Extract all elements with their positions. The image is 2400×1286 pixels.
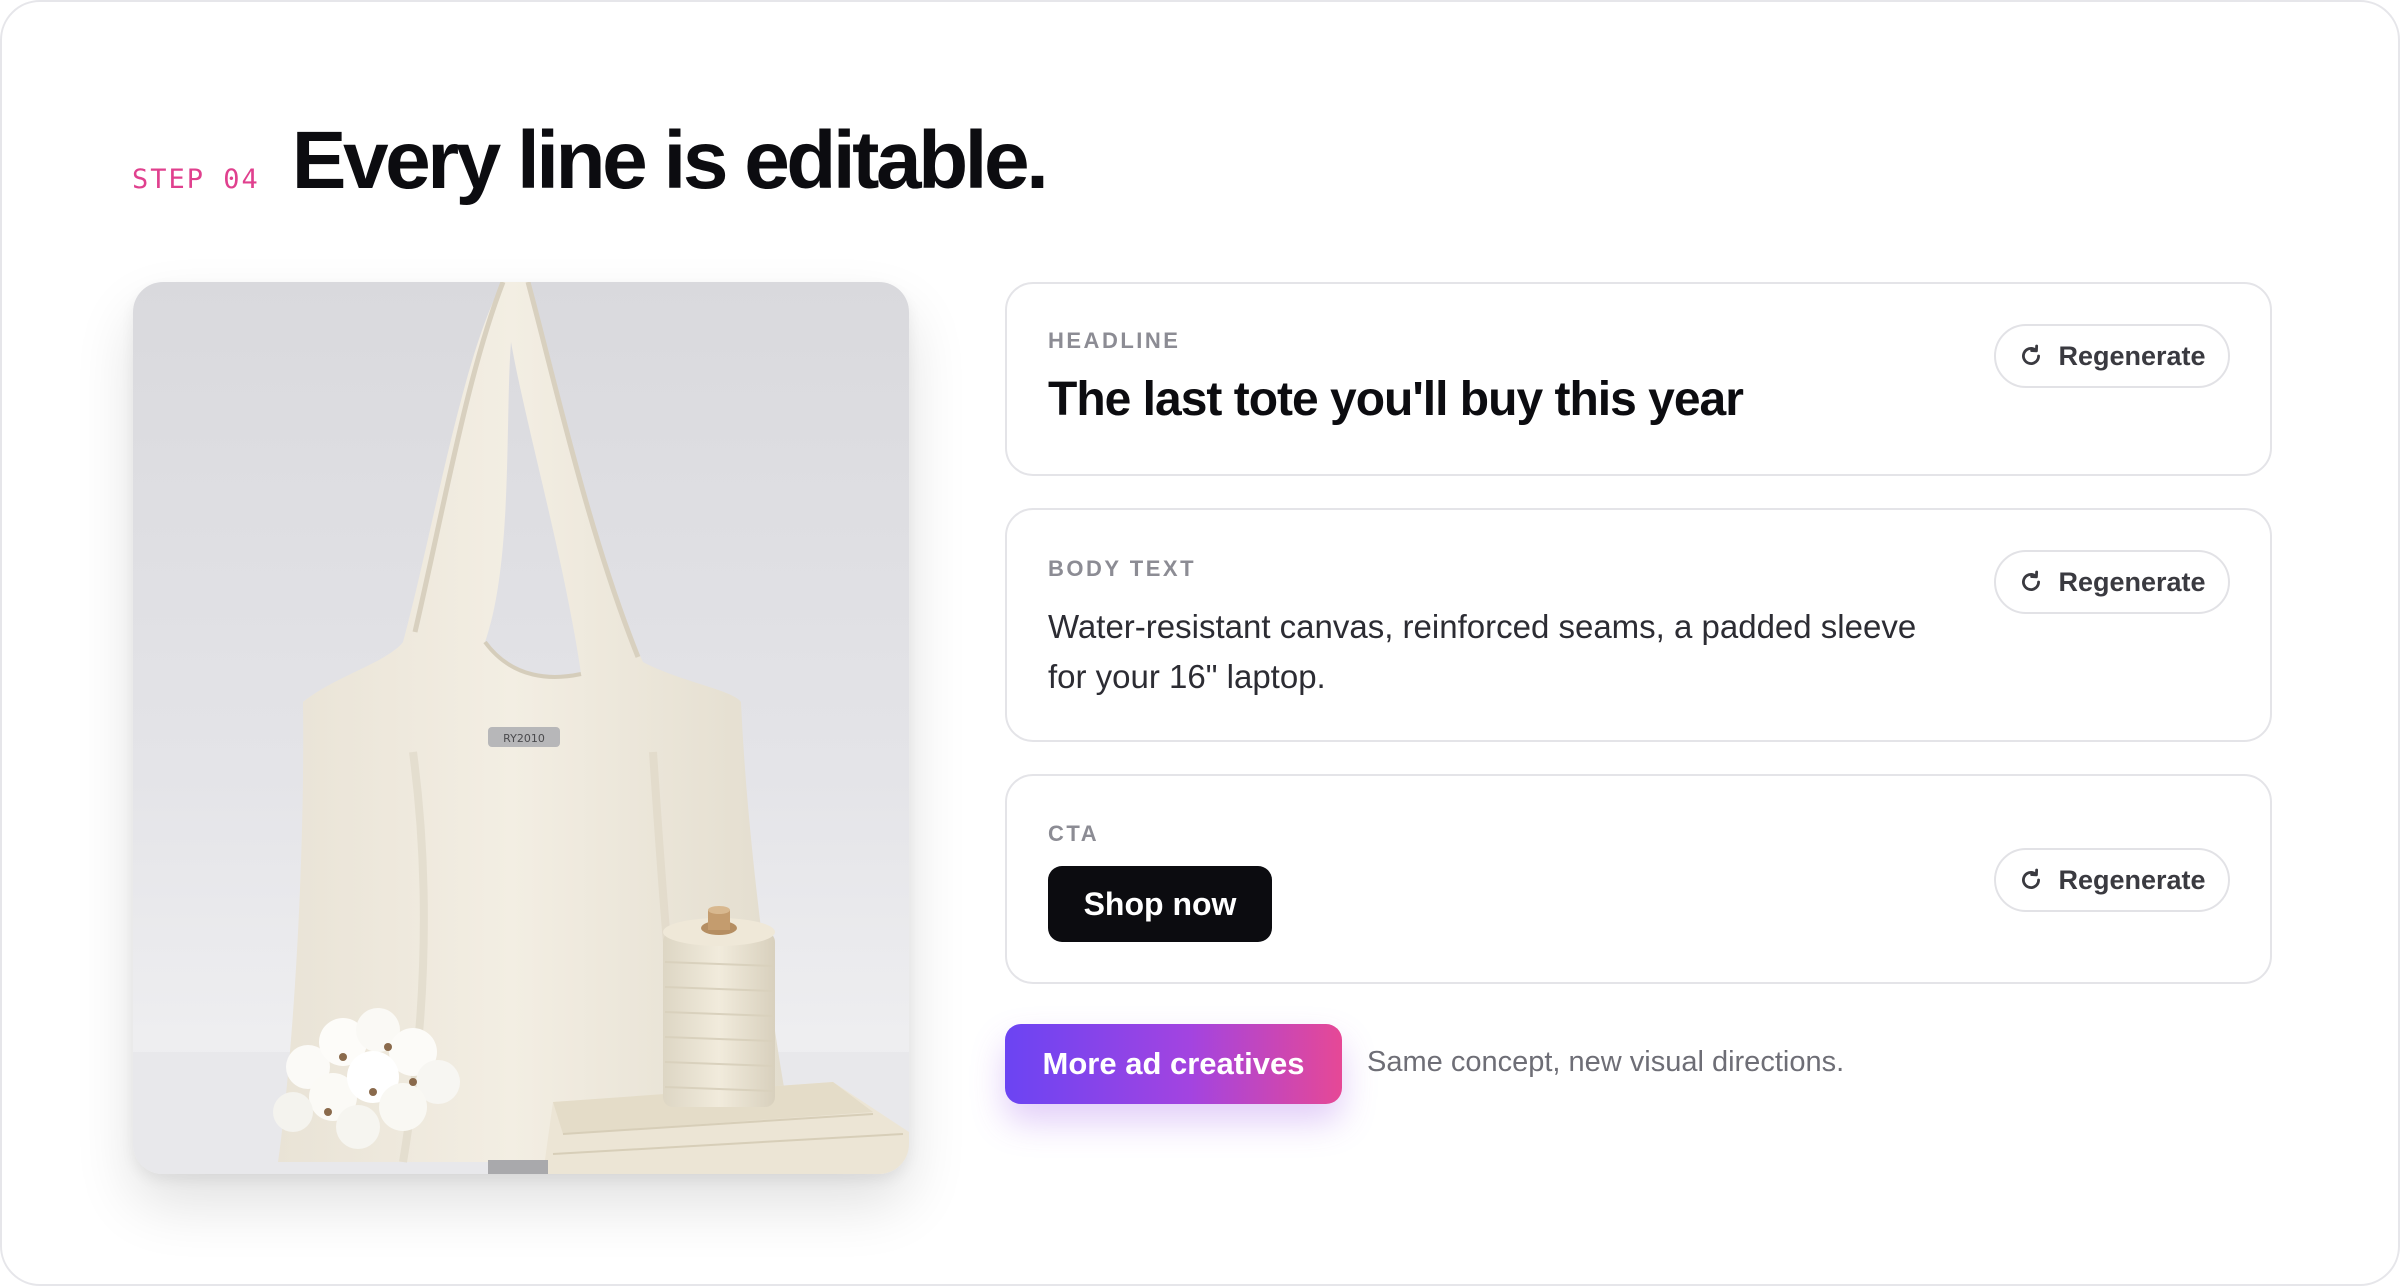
refresh-icon	[2022, 344, 2041, 365]
body-text-field-card: BODY TEXT Water-resistant canvas, reinfo…	[1005, 508, 2272, 742]
headline-label: HEADLINE	[1048, 328, 1181, 353]
regenerate-cta-button[interactable]: Regenerate	[1994, 848, 2230, 912]
refresh-icon	[2022, 868, 2041, 889]
headline-text[interactable]: The last tote you'll buy this year	[1048, 372, 1744, 427]
step-panel: STEP 04 Every line is editable. RY2010 H…	[0, 0, 2400, 1286]
body-text[interactable]: Water-resistant canvas, reinforced seams…	[1048, 602, 1948, 702]
cta-label: CTA	[1048, 821, 1100, 846]
regenerate-headline-button[interactable]: Regenerate	[1994, 324, 2230, 388]
regenerate-body-button[interactable]: Regenerate	[1994, 550, 2230, 614]
step-heading: STEP 04 Every line is editable.	[132, 114, 1049, 208]
shop-now-button[interactable]: Shop now	[1048, 866, 1272, 942]
regenerate-label: Regenerate	[2058, 340, 2206, 371]
regenerate-label: Regenerate	[2058, 864, 2206, 895]
more-caption: Same concept, new visual directions.	[1367, 1046, 1845, 1078]
regenerate-label: Regenerate	[2058, 566, 2206, 597]
more-ad-creatives-button[interactable]: More ad creatives	[1005, 1024, 1342, 1104]
headline-field-card: HEADLINE The last tote you'll buy this y…	[1005, 282, 2272, 476]
bag-tag-text: RY2010	[503, 732, 545, 745]
step-label: STEP 04	[132, 164, 260, 195]
cta-field-card: CTA Shop now Regenerate	[1005, 774, 2272, 984]
page-title: Every line is editable.	[291, 115, 1049, 206]
product-image: RY2010	[133, 282, 909, 1174]
twine-spool	[663, 932, 775, 1107]
tote-bag-photo: RY2010	[133, 282, 909, 1174]
body-text-label: BODY TEXT	[1048, 556, 1197, 581]
refresh-icon	[2022, 570, 2041, 591]
